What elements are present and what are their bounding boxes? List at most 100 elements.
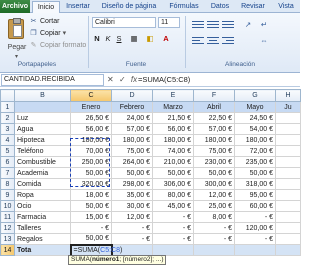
column-header-f[interactable]: F (193, 89, 235, 102)
grid-cell[interactable]: 300,00 € (193, 178, 235, 190)
grid-cell[interactable]: 24,00 € (111, 112, 153, 124)
tab-diseno-pagina[interactable]: Diseño de página (96, 1, 162, 13)
fx-icon[interactable]: fx (131, 75, 137, 84)
row-label-cell[interactable]: Regalos (14, 233, 71, 245)
grid-cell[interactable]: - € (70, 222, 112, 234)
grid-cell[interactable]: 18,00 € (70, 189, 112, 201)
grid-cell[interactable]: 75,00 € (111, 145, 153, 157)
grid-cell[interactable]: 250,00 € (70, 156, 112, 168)
tab-vista[interactable]: Vista (273, 1, 299, 13)
row-header[interactable]: 2 (0, 112, 15, 124)
grid-cell[interactable] (275, 123, 301, 135)
column-header-d[interactable]: D (111, 89, 153, 102)
grid-cell[interactable]: 26,50 € (70, 112, 112, 124)
grid-cell[interactable] (275, 145, 301, 157)
grid-cell[interactable]: 318,00 € (234, 178, 276, 190)
align-top-icon[interactable] (192, 19, 204, 29)
grid-cell[interactable]: 50,00 € (152, 167, 194, 179)
align-left-icon[interactable] (192, 35, 204, 45)
grid-cell[interactable]: 180,00 € (70, 134, 112, 146)
grid-cell[interactable] (275, 167, 301, 179)
grid-cell[interactable]: 30,00 € (111, 200, 153, 212)
row-label-cell[interactable] (14, 101, 71, 113)
row-header[interactable]: 5 (0, 145, 15, 157)
grid-cell[interactable]: 45,00 € (152, 200, 194, 212)
row-label-cell[interactable]: Teléfono (14, 145, 71, 157)
row-header[interactable]: 13 (0, 233, 15, 245)
grid-cell[interactable]: 80,00 € (152, 189, 194, 201)
grid-cell[interactable] (275, 156, 301, 168)
row-label-cell[interactable]: Talleres (14, 222, 71, 234)
grid-cell[interactable]: Enero (70, 101, 112, 113)
grid-cell[interactable]: 60,00 € (234, 200, 276, 212)
italic-button[interactable]: K (103, 33, 113, 44)
row-label-cell[interactable]: Combustible (14, 156, 71, 168)
row-label-cell[interactable]: Academia (14, 167, 71, 179)
grid-cell[interactable]: 306,00 € (152, 178, 194, 190)
grid-cell[interactable]: - € (152, 233, 194, 245)
grid-cell[interactable]: Mayo (234, 101, 276, 113)
copy-button[interactable]: ❐ Copiar ▾ (29, 28, 66, 39)
row-label-cell[interactable]: Tota (14, 244, 71, 256)
font-name-select[interactable]: Calibri (92, 17, 156, 28)
grid-cell[interactable]: 50,00 € (111, 167, 153, 179)
grid-cell[interactable] (275, 211, 301, 223)
cancel-icon[interactable]: ✕ (107, 75, 114, 84)
grid-cell[interactable]: 235,00 € (234, 156, 276, 168)
grid-cell[interactable]: - € (152, 211, 194, 223)
grid-cell[interactable]: 50,00 € (193, 167, 235, 179)
row-header[interactable]: 12 (0, 222, 15, 234)
grid-cell[interactable]: 8,00 € (193, 211, 235, 223)
grid-cell[interactable] (275, 244, 301, 256)
grid-cell[interactable]: 180,00 € (111, 134, 153, 146)
paste-button[interactable]: Pegar ▾ (3, 17, 29, 60)
grid-cell[interactable] (152, 244, 194, 256)
grid-cell[interactable]: 180,00 € (234, 134, 276, 146)
tab-revisar[interactable]: Revisar (237, 1, 269, 13)
grid-cell[interactable]: Febrero (111, 101, 153, 113)
grid-cell[interactable]: 12,00 € (111, 211, 153, 223)
grid-cell[interactable] (234, 244, 276, 256)
grid-cell[interactable] (193, 244, 235, 256)
grid-cell[interactable]: 22,50 € (193, 112, 235, 124)
grid-cell[interactable] (275, 222, 301, 234)
grid-cell[interactable]: Abril (193, 101, 235, 113)
grid-cell[interactable] (275, 178, 301, 190)
row-label-cell[interactable]: Agua (14, 123, 71, 135)
grid-cell[interactable]: - € (234, 233, 276, 245)
grid-cell[interactable]: - € (152, 222, 194, 234)
grid-cell[interactable]: 50,00 € (70, 200, 112, 212)
cut-button[interactable]: ✂ Cortar (29, 16, 60, 27)
tab-insertar[interactable]: Insertar (62, 1, 94, 13)
row-label-cell[interactable]: Comida (14, 178, 71, 190)
column-header-g[interactable]: G (234, 89, 276, 102)
grid-cell[interactable]: 56,00 € (152, 123, 194, 135)
align-right-icon[interactable] (222, 35, 234, 45)
row-header[interactable]: 8 (0, 178, 15, 190)
row-header[interactable]: 1 (0, 101, 15, 113)
grid-cell[interactable]: 120,00 € (234, 222, 276, 234)
grid-cell[interactable]: - € (193, 222, 235, 234)
row-header[interactable]: 14 (0, 244, 15, 256)
row-label-cell[interactable]: Ropa (14, 189, 71, 201)
borders-icon[interactable]: ▦ (128, 33, 140, 44)
grid-cell[interactable]: 50,00 € (70, 233, 112, 245)
align-center-icon[interactable] (207, 35, 219, 45)
grid-cell[interactable]: 21,50 € (152, 112, 194, 124)
row-header[interactable]: 6 (0, 156, 15, 168)
tab-archivo[interactable]: Archivo (0, 0, 30, 13)
merge-center-icon[interactable]: ⇔ (258, 35, 270, 46)
grid-cell[interactable]: 35,00 € (111, 189, 153, 201)
grid-cell[interactable]: 320,00 € (70, 178, 112, 190)
grid-cell[interactable]: 12,00 € (193, 189, 235, 201)
grid-cell[interactable]: 264,00 € (111, 156, 153, 168)
select-all-corner[interactable] (0, 89, 15, 102)
column-header-c[interactable]: C (70, 89, 112, 102)
grid-cell[interactable]: 180,00 € (193, 134, 235, 146)
row-label-cell[interactable]: Hipoteca (14, 134, 71, 146)
grid-cell[interactable]: - € (111, 233, 153, 245)
font-size-select[interactable]: 11 (158, 17, 180, 28)
underline-button[interactable]: S (114, 33, 124, 44)
grid-cell[interactable]: 50,00 € (70, 167, 112, 179)
format-painter-button[interactable]: ✎ Copiar formato (29, 40, 87, 51)
